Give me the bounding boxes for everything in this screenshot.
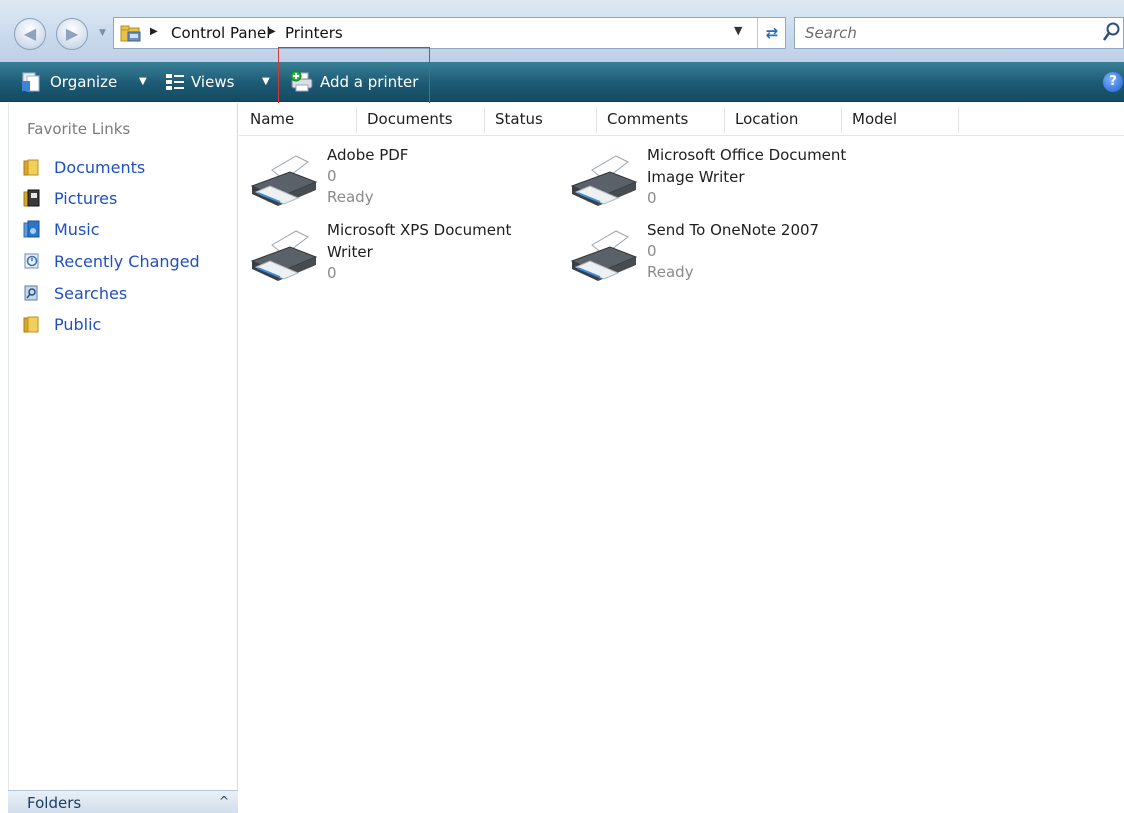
favorite-link-label: Recently Changed [54, 251, 200, 271]
control-panel-folder-icon [120, 25, 141, 42]
music-icon [23, 220, 40, 238]
favorite-link-label: Pictures [54, 188, 118, 208]
favorite-link-public[interactable]: Public [23, 311, 101, 337]
favorite-link-label: Documents [54, 157, 146, 177]
folders-label: Folders [27, 794, 82, 812]
favorite-link-searches[interactable]: Searches [23, 280, 127, 306]
favorite-link-pictures[interactable]: Pictures [23, 185, 117, 211]
organize-dropdown-icon[interactable]: ▼ [139, 76, 147, 87]
printer-name: Microsoft XPS Document [327, 221, 512, 239]
printer-status: Ready [647, 263, 694, 281]
printer-item[interactable]: Microsoft Office Document Image Writer 0 [570, 144, 880, 218]
address-dropdown-icon[interactable]: ▼ [734, 24, 742, 37]
printer-item[interactable]: Adobe PDF 0 Ready [250, 144, 560, 218]
folder-icon [23, 316, 39, 333]
printer-name: Send To OneNote 2007 [647, 221, 820, 239]
views-button[interactable]: Views [165, 62, 234, 102]
printer-name-line2: Image Writer [647, 168, 745, 186]
printer-documents: 0 [327, 264, 337, 282]
searches-icon [24, 285, 38, 301]
organize-button[interactable]: Organize [20, 62, 117, 102]
favorite-link-music[interactable]: Music [23, 216, 100, 242]
pictures-icon [23, 189, 40, 207]
refresh-icon: ⇄ [765, 24, 779, 42]
printer-name: Microsoft Office Document [647, 146, 847, 164]
breadcrumb-arrow-icon[interactable]: ▶ [150, 26, 158, 37]
printer-name: Adobe PDF [327, 146, 409, 164]
back-button[interactable]: ◀ [14, 18, 46, 50]
views-icon [166, 74, 184, 90]
column-documents[interactable]: Documents [356, 103, 484, 136]
column-status[interactable]: Status [484, 103, 596, 136]
column-location[interactable]: Location [724, 103, 841, 136]
address-bar: ◀ ▶ ▼ ▶ Control Panel ▶ Printers ▼ ⇄ [0, 0, 1124, 62]
printer-documents: 0 [327, 167, 337, 185]
printer-icon [570, 155, 638, 206]
add-printer-icon [290, 70, 313, 92]
nav-pane-edge [8, 103, 9, 793]
favorite-link-label: Public [54, 314, 102, 334]
printer-icon [250, 230, 318, 281]
printer-icon [250, 155, 318, 206]
printer-icon [570, 230, 638, 281]
back-arrow-icon: ◀ [23, 24, 37, 43]
forward-button[interactable]: ▶ [56, 18, 88, 50]
command-bar: Organize ▼ Views ▼ Add a printer [0, 62, 1124, 102]
folders-toggle[interactable]: Folders ^ [8, 790, 238, 813]
chevron-up-icon: ^ [219, 794, 230, 808]
breadcrumb-arrow-icon[interactable]: ▶ [268, 26, 276, 37]
help-icon[interactable]: ? [1103, 72, 1123, 92]
add-printer-label: Add a printer [320, 73, 419, 91]
favorite-link-label: Searches [54, 283, 128, 303]
organize-label: Organize [50, 73, 118, 91]
favorite-link-documents[interactable]: Documents [23, 154, 145, 180]
search-input[interactable] [803, 22, 1083, 44]
printer-documents: 0 [647, 242, 657, 260]
refresh-button[interactable]: ⇄ [757, 18, 786, 48]
search-box[interactable] [794, 17, 1124, 49]
printer-status: Ready [327, 188, 374, 206]
column-separator[interactable] [958, 107, 959, 133]
breadcrumb-printers[interactable]: Printers [285, 24, 343, 42]
navigation-pane: Favorite Links Documents Pictures Music … [0, 103, 238, 813]
favorite-link-label: Music [54, 219, 100, 239]
breadcrumb-control-panel[interactable]: Control Panel [171, 24, 270, 42]
printer-documents: 0 [647, 189, 657, 207]
search-icon[interactable] [1102, 21, 1122, 43]
column-comments[interactable]: Comments [596, 103, 724, 136]
recent-icon [24, 253, 39, 269]
printer-item[interactable]: Send To OneNote 2007 0 Ready [570, 219, 880, 293]
column-name[interactable]: Name [239, 103, 356, 136]
favorite-link-recently-changed[interactable]: Recently Changed [23, 248, 200, 274]
views-label: Views [191, 73, 235, 91]
column-model[interactable]: Model [841, 103, 958, 136]
column-header: Name Documents Status Comments Location … [239, 103, 1124, 136]
favorite-links-title: Favorite Links [27, 120, 131, 138]
folder-icon [23, 159, 39, 176]
organize-icon [22, 72, 40, 92]
views-dropdown-icon[interactable]: ▼ [262, 76, 270, 87]
breadcrumb[interactable]: ▶ Control Panel ▶ Printers ▼ ⇄ [113, 17, 786, 49]
forward-arrow-icon: ▶ [65, 24, 79, 43]
printer-item[interactable]: Microsoft XPS Document Writer 0 [250, 219, 560, 293]
add-printer-button[interactable]: Add a printer [290, 62, 418, 102]
printer-name-line2: Writer [327, 243, 373, 261]
recent-pages-dropdown-icon[interactable]: ▼ [99, 28, 106, 38]
